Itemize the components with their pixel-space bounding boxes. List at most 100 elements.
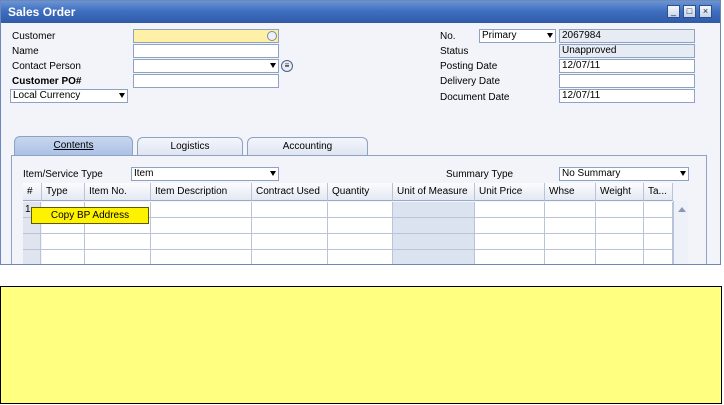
table-cell[interactable]: [151, 234, 252, 249]
table-cell[interactable]: [545, 202, 596, 217]
chevron-down-icon: [119, 93, 125, 98]
status-value: Unapproved: [562, 45, 617, 56]
table-cell[interactable]: [393, 218, 475, 233]
table-cell[interactable]: [545, 218, 596, 233]
scroll-up-icon[interactable]: [678, 207, 686, 212]
summary-type-label: Summary Type: [446, 169, 514, 180]
table-cell[interactable]: [596, 234, 644, 249]
table-cell[interactable]: [644, 234, 673, 249]
customer-field[interactable]: [133, 29, 279, 43]
document-number-field[interactable]: 2067984: [559, 29, 695, 43]
table-cell[interactable]: [151, 250, 252, 264]
status-field: Unapproved: [559, 44, 695, 58]
customer-po-field[interactable]: [133, 74, 279, 88]
choose-from-list-icon[interactable]: [267, 31, 277, 41]
column-header-weight[interactable]: Weight: [596, 183, 644, 201]
table-cell[interactable]: [475, 218, 545, 233]
column-header-item-description[interactable]: Item Description: [151, 183, 252, 201]
tab-logistics[interactable]: Logistics: [137, 137, 243, 155]
row-header[interactable]: [23, 234, 41, 250]
name-field[interactable]: [133, 44, 279, 58]
document-number-value: 2067984: [562, 30, 601, 41]
table-cell[interactable]: [85, 234, 151, 249]
tab-accounting[interactable]: Accounting: [247, 137, 368, 155]
chevron-down-icon: [680, 171, 686, 176]
row-header[interactable]: [23, 250, 41, 264]
table-cell[interactable]: [252, 202, 328, 217]
chevron-down-icon: [270, 63, 276, 68]
table-cell[interactable]: [252, 218, 328, 233]
table-cell[interactable]: [475, 202, 545, 217]
customer-po-label: Customer PO#: [12, 76, 82, 87]
contact-person-label: Contact Person: [12, 61, 81, 72]
close-button[interactable]: ×: [699, 5, 712, 18]
table-cell[interactable]: [596, 202, 644, 217]
table-cell[interactable]: [252, 250, 328, 264]
table-cell[interactable]: [328, 202, 393, 217]
column-header-unit-of-measure[interactable]: Unit of Measure: [393, 183, 475, 201]
table-cell[interactable]: [596, 218, 644, 233]
table-cell[interactable]: [644, 202, 673, 217]
table-row[interactable]: [23, 234, 673, 250]
table-cell[interactable]: [151, 218, 252, 233]
table-cell[interactable]: [393, 202, 475, 217]
currency-value: Local Currency: [13, 90, 81, 101]
document-date-label: Document Date: [440, 92, 510, 103]
column-header-tax[interactable]: Ta...: [644, 183, 673, 201]
contact-person-dropdown[interactable]: [133, 59, 279, 73]
minimize-button[interactable]: _: [667, 5, 680, 18]
name-label: Name: [12, 46, 39, 57]
column-header-type[interactable]: Type: [42, 183, 85, 201]
delivery-date-field[interactable]: [559, 74, 695, 88]
column-header-number[interactable]: #: [23, 183, 42, 201]
summary-type-dropdown[interactable]: No Summary: [559, 167, 689, 181]
no-label: No.: [440, 31, 456, 42]
sales-order-window: Sales Order _ □ × Customer Name Contact …: [0, 0, 721, 265]
copy-bp-address-menu-item[interactable]: Copy BP Address: [31, 207, 149, 224]
column-header-warehouse[interactable]: Whse: [545, 183, 596, 201]
title-bar[interactable]: Sales Order _ □ ×: [1, 1, 720, 23]
vertical-scrollbar[interactable]: [673, 201, 688, 264]
table-cell[interactable]: [644, 218, 673, 233]
currency-dropdown[interactable]: Local Currency: [10, 89, 128, 103]
table-cell[interactable]: [644, 250, 673, 264]
yellow-note-area: [0, 286, 722, 404]
document-date-field[interactable]: 12/07/11: [559, 89, 695, 103]
column-header-unit-price[interactable]: Unit Price: [475, 183, 545, 201]
column-header-contract-used[interactable]: Contract Used: [252, 183, 328, 201]
posting-date-field[interactable]: 12/07/11: [559, 59, 695, 73]
series-dropdown[interactable]: Primary: [479, 29, 556, 43]
document-date-value: 12/07/11: [562, 90, 601, 101]
tab-contents[interactable]: Contents: [14, 136, 133, 156]
table-cell[interactable]: [475, 234, 545, 249]
table-cell[interactable]: [151, 202, 252, 217]
table-cell[interactable]: [475, 250, 545, 264]
series-value: Primary: [482, 30, 517, 41]
tab-accounting-label: Accounting: [282, 141, 333, 152]
table-row[interactable]: [23, 250, 673, 264]
table-cell[interactable]: [328, 218, 393, 233]
table-cell[interactable]: [596, 250, 644, 264]
table-cell[interactable]: [328, 250, 393, 264]
column-header-item-no[interactable]: Item No.: [85, 183, 151, 201]
chevron-down-icon: [547, 33, 553, 38]
summary-type-value: No Summary: [562, 168, 621, 179]
delivery-date-label: Delivery Date: [440, 76, 501, 87]
maximize-button[interactable]: □: [683, 5, 696, 18]
tab-logistics-label: Logistics: [170, 141, 210, 152]
table-cell[interactable]: [393, 234, 475, 249]
window-title: Sales Order: [8, 5, 76, 19]
item-service-type-dropdown[interactable]: Item: [131, 167, 279, 181]
contact-details-icon[interactable]: ≡: [281, 60, 293, 72]
table-cell[interactable]: [85, 250, 151, 264]
table-cell[interactable]: [252, 234, 328, 249]
table-cell[interactable]: [42, 250, 85, 264]
column-header-quantity[interactable]: Quantity: [328, 183, 393, 201]
posting-date-label: Posting Date: [440, 61, 498, 72]
table-cell[interactable]: [328, 234, 393, 249]
table-cell[interactable]: [545, 234, 596, 249]
table-cell[interactable]: [393, 250, 475, 264]
table-cell[interactable]: [42, 234, 85, 249]
customer-label: Customer: [12, 31, 56, 42]
table-cell[interactable]: [545, 250, 596, 264]
